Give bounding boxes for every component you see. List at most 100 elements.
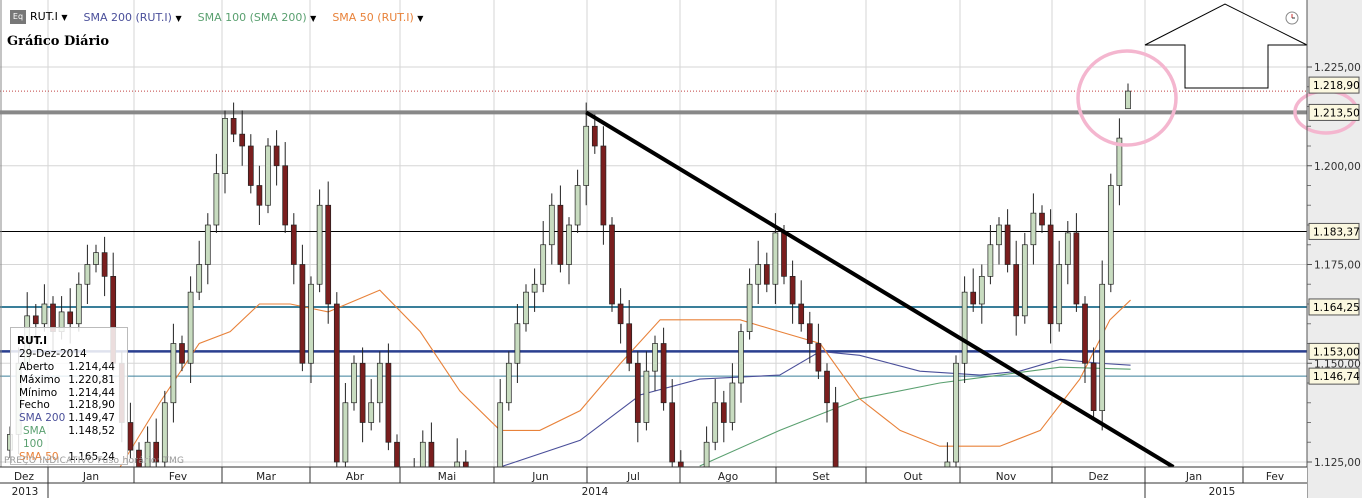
- candle[interactable]: [729, 363, 736, 431]
- candle[interactable]: [1090, 347, 1097, 419]
- candle[interactable]: [84, 244, 91, 304]
- legend-sma200[interactable]: SMA 200 (RUT.I) ▼: [84, 11, 182, 24]
- candle[interactable]: [617, 288, 624, 344]
- candle[interactable]: [609, 217, 615, 312]
- candle[interactable]: [505, 351, 512, 411]
- chevron-down-icon[interactable]: ▼: [61, 13, 67, 22]
- candle[interactable]: [583, 102, 590, 206]
- candle[interactable]: [720, 390, 727, 443]
- candle[interactable]: [428, 422, 435, 468]
- candle[interactable]: [703, 426, 710, 467]
- candle[interactable]: [557, 185, 564, 273]
- candle[interactable]: [204, 213, 211, 285]
- candle[interactable]: [497, 379, 504, 467]
- candle[interactable]: [308, 276, 314, 383]
- candle[interactable]: [222, 110, 228, 194]
- chevron-down-icon[interactable]: ▼: [310, 14, 316, 23]
- candle[interactable]: [574, 169, 581, 233]
- candle[interactable]: [1056, 240, 1063, 332]
- candle[interactable]: [961, 276, 968, 383]
- candle[interactable]: [660, 327, 667, 411]
- candle[interactable]: [815, 323, 822, 380]
- candle[interactable]: [763, 252, 770, 293]
- candle[interactable]: [368, 379, 375, 431]
- candle[interactable]: [333, 292, 340, 467]
- candle[interactable]: [282, 142, 289, 233]
- candle[interactable]: [1116, 118, 1123, 206]
- candle[interactable]: [806, 311, 813, 364]
- legend-symbol[interactable]: Eq RUT.I ▼: [10, 10, 68, 24]
- candle[interactable]: [196, 240, 203, 301]
- candle[interactable]: [454, 438, 461, 467]
- candle[interactable]: [1030, 193, 1037, 265]
- candle[interactable]: [953, 355, 959, 467]
- candle[interactable]: [548, 193, 555, 265]
- clock-icon[interactable]: [1285, 11, 1299, 25]
- candle[interactable]: [41, 284, 48, 332]
- candle[interactable]: [230, 102, 237, 143]
- candle[interactable]: [75, 272, 82, 332]
- candle[interactable]: [626, 300, 633, 372]
- candle[interactable]: [316, 189, 323, 293]
- candle[interactable]: [738, 323, 744, 403]
- candle[interactable]: [669, 379, 676, 467]
- candle[interactable]: [325, 181, 332, 324]
- candle[interactable]: [1047, 209, 1054, 344]
- candle[interactable]: [1099, 260, 1106, 431]
- candle[interactable]: [376, 351, 383, 423]
- candle[interactable]: [996, 217, 1002, 265]
- legend-sma100[interactable]: SMA 100 (SMA 200) ▼: [198, 11, 317, 24]
- candle[interactable]: [832, 386, 839, 467]
- candle[interactable]: [1039, 205, 1045, 233]
- candle[interactable]: [1082, 296, 1088, 383]
- chevron-down-icon[interactable]: ▼: [417, 14, 423, 23]
- candle[interactable]: [394, 434, 400, 467]
- chevron-down-icon[interactable]: ▼: [175, 14, 181, 23]
- candle[interactable]: [1021, 232, 1028, 324]
- candle[interactable]: [970, 268, 977, 312]
- candle-body-down: [677, 461, 684, 467]
- candle[interactable]: [523, 284, 529, 332]
- candle[interactable]: [652, 335, 658, 391]
- candle[interactable]: [93, 244, 99, 273]
- candle[interactable]: [978, 264, 985, 324]
- candle[interactable]: [273, 130, 280, 186]
- candle[interactable]: [1073, 213, 1080, 312]
- candle[interactable]: [101, 236, 108, 297]
- candle[interactable]: [1004, 209, 1011, 273]
- candle[interactable]: [789, 260, 796, 324]
- candle[interactable]: [746, 268, 753, 340]
- candle[interactable]: [256, 165, 263, 225]
- candle[interactable]: [299, 244, 306, 372]
- candle[interactable]: [462, 450, 469, 467]
- candle[interactable]: [1107, 173, 1114, 293]
- candle[interactable]: [987, 225, 994, 285]
- candle[interactable]: [824, 363, 830, 423]
- candle[interactable]: [247, 134, 254, 194]
- candle[interactable]: [600, 126, 607, 245]
- candle[interactable]: [798, 280, 805, 332]
- candle[interactable]: [566, 217, 572, 285]
- candle[interactable]: [239, 110, 246, 166]
- candle[interactable]: [342, 383, 349, 467]
- legend-sma50[interactable]: SMA 50 (RUT.I) ▼: [332, 11, 423, 24]
- candle[interactable]: [514, 304, 521, 383]
- candle[interactable]: [290, 213, 297, 285]
- candle[interactable]: [1125, 83, 1131, 110]
- candle[interactable]: [712, 379, 719, 451]
- candle[interactable]: [187, 276, 194, 383]
- candle[interactable]: [531, 268, 538, 312]
- info-row: SMA 100 1.148,52: [11, 425, 127, 451]
- candle[interactable]: [677, 450, 684, 467]
- candle[interactable]: [359, 347, 366, 443]
- candle[interactable]: [634, 351, 641, 443]
- candle[interactable]: [265, 138, 271, 214]
- candle[interactable]: [755, 240, 762, 304]
- candle[interactable]: [385, 343, 392, 451]
- candle[interactable]: [1064, 221, 1071, 285]
- candle[interactable]: [170, 323, 177, 423]
- candle[interactable]: [351, 355, 357, 411]
- candle[interactable]: [127, 402, 134, 459]
- candle[interactable]: [419, 430, 426, 467]
- candle[interactable]: [1013, 240, 1020, 336]
